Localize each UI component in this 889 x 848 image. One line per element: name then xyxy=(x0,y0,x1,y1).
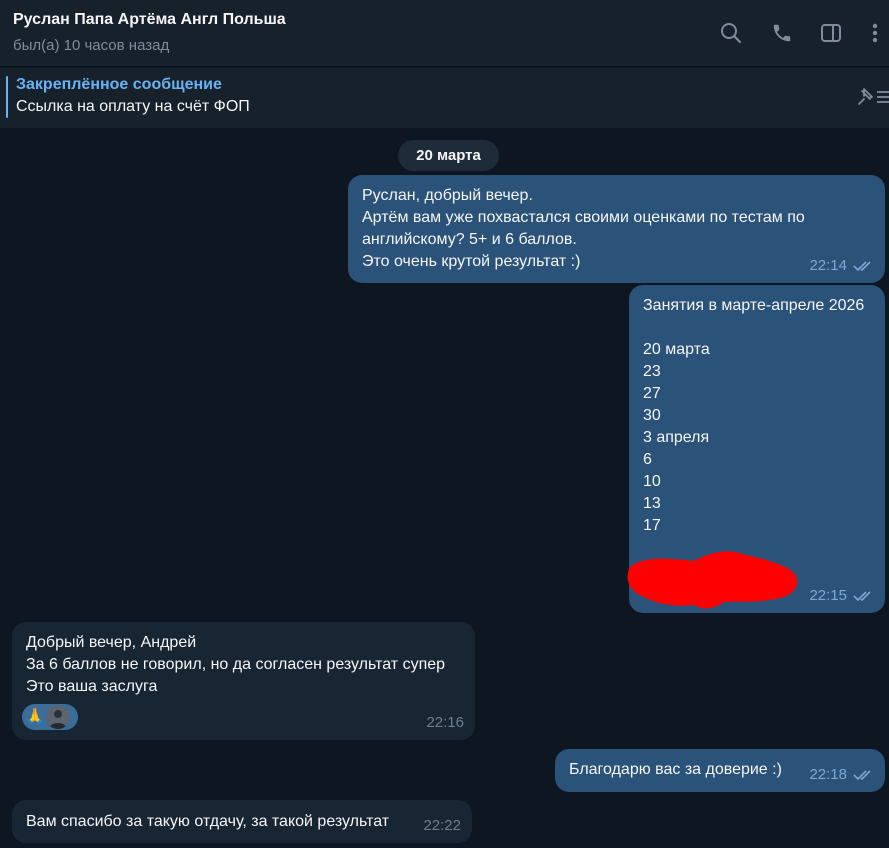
message-text-line: 23 xyxy=(643,363,661,380)
message-text-line: 17 xyxy=(643,517,661,534)
message-text-line: 6 xyxy=(643,451,652,468)
message-text-line: Это очень крутой результат :) xyxy=(362,253,581,270)
pinned-message-bar[interactable]: Закреплённое сообщение Ссылка на оплату … xyxy=(0,68,889,128)
reaction-emoji: 🙏 xyxy=(25,708,45,725)
chat-title[interactable]: Руслан Папа Артёма Англ Польша xyxy=(13,11,286,29)
message-meta: 22:18 xyxy=(809,764,875,786)
message-text-line: 20 марта xyxy=(643,341,710,358)
pinned-title: Закреплённое сообщение xyxy=(16,76,222,93)
avatar xyxy=(46,705,70,729)
message-text-line: 30 xyxy=(643,407,661,424)
message-time: 22:15 xyxy=(809,587,847,604)
message-incoming[interactable]: Добрый вечер, Андрей За 6 баллов не гово… xyxy=(12,622,475,740)
message-text-line: Руслан, добрый вечер. xyxy=(362,187,533,204)
message-time: 22:16 xyxy=(426,714,464,731)
redaction-scribble xyxy=(627,551,798,609)
message-text-line: За 6 баллов не говорил, но да согласен р… xyxy=(26,656,446,673)
message-time: 22:18 xyxy=(809,766,847,783)
message-text-line: Артём вам уже похвастался своими оценкам… xyxy=(362,209,805,226)
double-check-icon xyxy=(853,261,871,272)
message-text-line: Это ваша заслуга xyxy=(26,678,158,695)
message-text-line: 27 xyxy=(643,385,661,402)
chat-header: Руслан Папа Артёма Англ Польша был(а) 10… xyxy=(0,0,889,67)
message-outgoing[interactable]: Благодарю вас за доверие :) 22:18 xyxy=(555,749,885,792)
message-text-line: 13 xyxy=(643,495,661,512)
message-meta: 22:15 xyxy=(809,585,875,607)
reaction-badge[interactable]: 🙏 xyxy=(22,704,78,730)
sidebar-toggle-icon[interactable] xyxy=(818,20,844,46)
message-meta: 22:22 xyxy=(423,815,461,837)
message-incoming[interactable]: Вам спасибо за такую отдачу, за такой ре… xyxy=(12,800,472,843)
message-text-line: Занятия в марте-апреле 2026 xyxy=(643,297,865,314)
date-separator: 20 марта xyxy=(398,140,499,171)
message-text-line: 3 апреля xyxy=(643,429,710,446)
message-outgoing[interactable]: Руслан, добрый вечер. Артём вам уже похв… xyxy=(348,175,885,283)
message-text-line: 10 xyxy=(643,473,661,490)
message-text-line xyxy=(643,317,871,339)
message-meta: 22:16 xyxy=(426,712,464,734)
double-check-icon xyxy=(853,591,871,602)
phone-icon[interactable] xyxy=(769,20,795,46)
message-text-line: английскому? 5+ и 6 баллов. xyxy=(362,231,577,248)
message-time: 22:14 xyxy=(809,257,847,274)
more-vertical-icon[interactable] xyxy=(862,20,888,46)
search-icon[interactable] xyxy=(718,20,744,46)
last-seen-status: был(а) 10 часов назад xyxy=(13,37,170,54)
message-text-line: Добрый вечер, Андрей xyxy=(26,634,197,651)
pinned-accent-bar xyxy=(6,76,8,118)
pinned-text: Ссылка на оплату на счёт ФОП xyxy=(16,98,250,115)
double-check-icon xyxy=(853,770,871,781)
message-meta: 22:14 xyxy=(809,255,875,277)
message-text-line: Вам спасибо за такую отдачу, за такой ре… xyxy=(26,813,390,830)
pin-list-icon[interactable] xyxy=(855,86,889,108)
message-time: 22:22 xyxy=(423,817,461,834)
